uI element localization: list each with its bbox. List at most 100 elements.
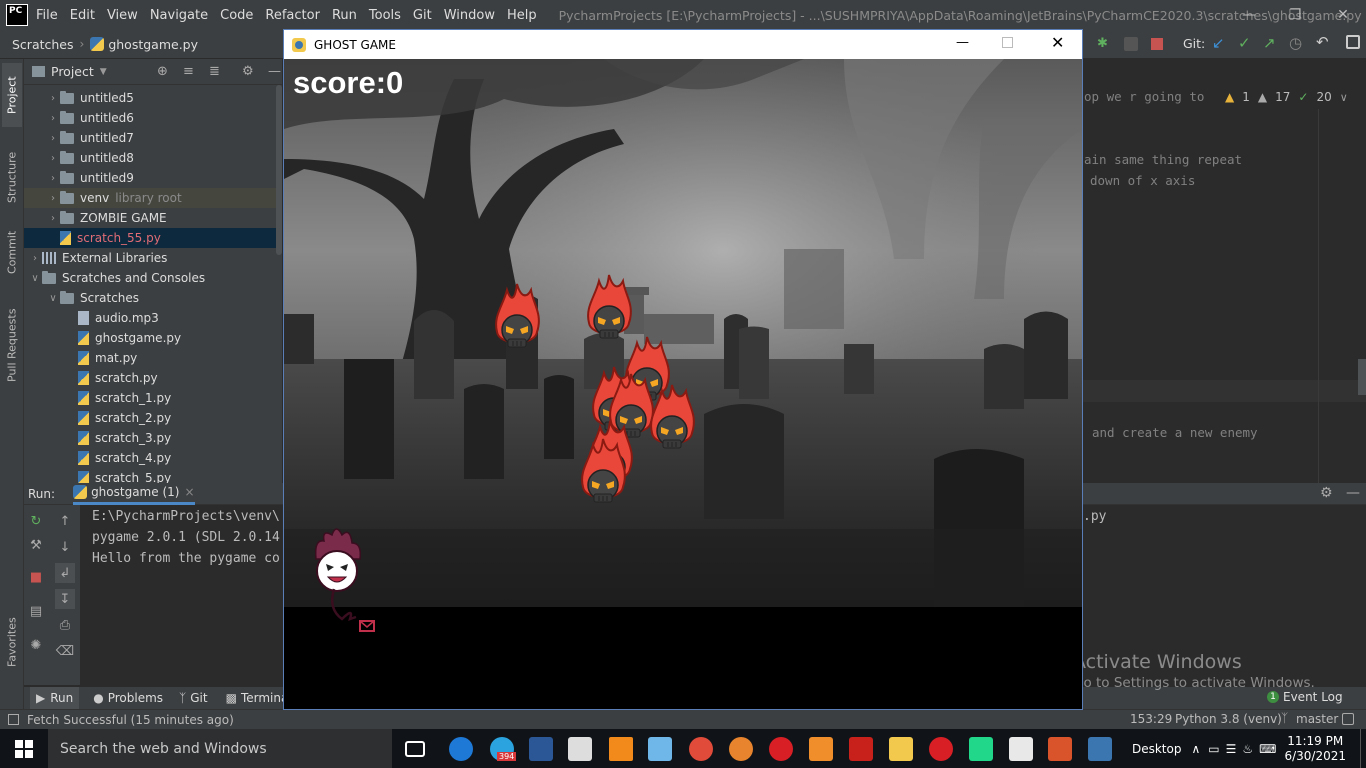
opera-icon[interactable] (929, 737, 953, 761)
chevron-right-icon[interactable]: › (28, 253, 42, 264)
git-rollback-icon[interactable]: ↶ (1316, 33, 1329, 51)
status-message[interactable]: Fetch Successful (15 minutes ago) (27, 713, 234, 727)
notes-icon[interactable] (648, 737, 672, 761)
avast-icon[interactable] (729, 737, 753, 761)
search-everywhere-icon[interactable] (1346, 35, 1360, 49)
vlc-icon[interactable] (609, 737, 633, 761)
menu-tools[interactable]: Tools (369, 8, 401, 23)
pin-icon[interactable]: ✺ (26, 635, 46, 655)
tool-tab-commit[interactable]: Commit (2, 221, 22, 283)
breadcrumb-file[interactable]: ghostgame.py (90, 36, 198, 52)
ide-minimize-button[interactable]: — (1226, 0, 1272, 30)
tree-item-zombie-game[interactable]: › ZOMBIE GAME (24, 208, 282, 228)
task-view-icon[interactable] (405, 741, 425, 757)
chevron-down-icon[interactable]: ∨ (46, 293, 60, 304)
clock[interactable]: 11:19 PM 6/30/2021 (1284, 734, 1346, 764)
tree-item-scratch-3-py[interactable]: scratch_3.py (24, 428, 282, 448)
menu-help[interactable]: Help (507, 8, 537, 23)
menu-view[interactable]: View (107, 8, 138, 23)
menu-navigate[interactable]: Navigate (150, 8, 208, 23)
tree-item-mat-py[interactable]: mat.py (24, 348, 282, 368)
ghost-game-window[interactable]: GHOST GAME — ✕ score:0 (283, 29, 1083, 710)
git-update-icon[interactable]: ↙ (1212, 34, 1225, 52)
game-canvas[interactable]: score:0 (284, 59, 1082, 709)
acrobat-icon[interactable] (849, 737, 873, 761)
run-tab-ghostgame[interactable]: ghostgame (1) × (73, 483, 195, 505)
lock-icon[interactable] (1342, 713, 1354, 725)
office-icon[interactable] (1048, 737, 1072, 761)
menu-run[interactable]: Run (332, 8, 357, 23)
ide-restore-button[interactable]: ❐ (1272, 0, 1318, 30)
tree-item-ghostgame-py[interactable]: ghostgame.py (24, 328, 282, 348)
chevron-right-icon[interactable]: › (46, 93, 60, 104)
hide-panel-icon[interactable]: — (268, 64, 281, 79)
tree-item-untitled7[interactable]: › untitled7 (24, 128, 282, 148)
tree-item-untitled5[interactable]: › untitled5 (24, 88, 282, 108)
chevron-right-icon[interactable]: › (46, 113, 60, 124)
xampp-icon[interactable] (809, 737, 833, 761)
volume-icon[interactable]: ♨ (1242, 742, 1253, 756)
bottom-tab-git[interactable]: ᛉ Git (179, 691, 208, 705)
layout-icon[interactable]: ▤ (26, 601, 46, 621)
git-history-icon[interactable]: ◷ (1289, 34, 1302, 52)
rerun-icon[interactable]: ↻ (26, 511, 46, 531)
edge-browser-icon[interactable] (449, 737, 473, 761)
tree-item-scratches-and-consoles[interactable]: ∨ Scratches and Consoles (24, 268, 282, 288)
caret-position[interactable]: 153:29 (1130, 712, 1172, 726)
gear-icon[interactable]: ⚙ (1320, 485, 1333, 501)
game-minimize-button[interactable]: — (956, 35, 969, 50)
menu-file[interactable]: File (36, 8, 58, 23)
game-title-bar[interactable]: GHOST GAME — ✕ (284, 30, 1082, 59)
chevron-right-icon[interactable]: › (46, 213, 60, 224)
word-icon[interactable] (529, 737, 553, 761)
stop-icon[interactable] (1151, 38, 1163, 50)
breadcrumb-scratches[interactable]: Scratches (12, 37, 74, 52)
show-desktop-button[interactable] (1360, 729, 1366, 768)
menu-window[interactable]: Window (444, 8, 495, 23)
chevron-right-icon[interactable]: › (46, 173, 60, 184)
tree-item-scratch-1-py[interactable]: scratch_1.py (24, 388, 282, 408)
project-header-title[interactable]: Project (51, 64, 94, 79)
close-tab-icon[interactable]: × (184, 485, 194, 499)
trash-icon[interactable]: ⌫ (55, 641, 75, 661)
editor-scrollbar[interactable] (1358, 359, 1366, 395)
tree-item-audio-mp3[interactable]: audio.mp3 (24, 308, 282, 328)
start-button[interactable] (0, 729, 48, 768)
locate-target-icon[interactable]: ⊕ (157, 64, 168, 79)
tree-item-scratch-55-py[interactable]: scratch_55.py (24, 228, 282, 248)
keyboard-icon[interactable]: ⌨ (1259, 742, 1276, 756)
tool-tab-project[interactable]: Project (2, 63, 22, 127)
menu-git[interactable]: Git (413, 8, 432, 23)
bottom-tab-problems[interactable]: ● Problems (93, 691, 163, 705)
collapse-all-icon[interactable]: ≣ (209, 64, 220, 79)
tree-item-scratches[interactable]: ∨ Scratches (24, 288, 282, 308)
python-interpreter[interactable]: Python 3.8 (venv) (1175, 712, 1282, 726)
status-panel-icon[interactable] (8, 714, 19, 725)
tree-item-untitled6[interactable]: › untitled6 (24, 108, 282, 128)
debug-bug-icon[interactable]: ✱ (1097, 36, 1111, 51)
soft-wrap-icon[interactable]: ↲ (55, 563, 75, 583)
tool-tab-structure[interactable]: Structure (2, 139, 22, 215)
hide-panel-icon[interactable]: — (1346, 485, 1360, 501)
coverage-icon[interactable] (1124, 37, 1138, 51)
game-close-button[interactable]: ✕ (1051, 33, 1064, 52)
wrench-icon[interactable]: ⚒ (26, 535, 46, 555)
tree-item-venv[interactable]: › venv library root (24, 188, 282, 208)
tree-item-untitled8[interactable]: › untitled8 (24, 148, 282, 168)
chevron-right-icon[interactable]: › (46, 193, 60, 204)
battery-icon[interactable]: ▭ (1208, 742, 1219, 756)
chevron-right-icon[interactable]: › (46, 133, 60, 144)
ide-close-button[interactable]: ✕ (1320, 0, 1366, 30)
pycharm-taskbar-icon[interactable] (969, 737, 993, 761)
tree-item-scratch-4-py[interactable]: scratch_4.py (24, 448, 282, 468)
chevron-right-icon[interactable]: › (46, 153, 60, 164)
game-maximize-button[interactable] (1002, 37, 1013, 48)
chevron-up-icon[interactable]: ∧ (1191, 742, 1200, 756)
bottom-tab-terminal[interactable]: ▩ Terminal (226, 691, 292, 705)
event-log[interactable]: 1 Event Log (1267, 690, 1343, 704)
scroll-to-end-icon[interactable]: ↧ (55, 589, 75, 609)
tree-item-external-libraries[interactable]: › External Libraries (24, 248, 282, 268)
tool-tab-favorites[interactable]: Favorites (2, 607, 22, 677)
gear-icon[interactable]: ⚙ (242, 64, 254, 79)
record-icon[interactable] (769, 737, 793, 761)
